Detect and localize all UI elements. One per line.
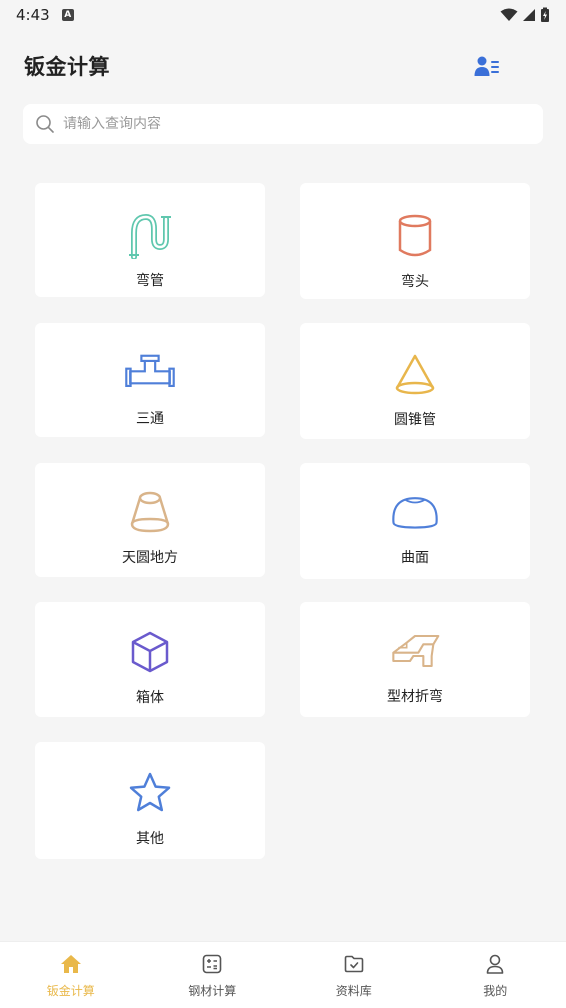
user-list-button[interactable] — [474, 53, 500, 79]
card-label: 天圆地方 — [122, 550, 178, 566]
profile-bend-icon — [390, 626, 440, 676]
folder-check-icon — [343, 953, 365, 975]
tab-steel[interactable]: 钢材计算 — [142, 942, 284, 1008]
card-label: 三通 — [136, 411, 164, 427]
frustum-icon — [125, 487, 175, 537]
dome-icon — [390, 487, 440, 537]
tab-sheet-metal[interactable]: 钣金计算 — [0, 942, 142, 1008]
card-label: 箱体 — [136, 690, 164, 706]
card-curved-surface[interactable]: 曲面 — [300, 463, 530, 579]
card-label: 圆锥管 — [394, 412, 436, 428]
card-label: 曲面 — [401, 550, 429, 566]
card-label: 型材折弯 — [387, 689, 443, 705]
page-title: 钣金计算 — [24, 55, 110, 79]
tab-label: 钣金计算 — [46, 984, 95, 998]
tab-profile[interactable]: 我的 — [425, 942, 566, 1008]
search-icon — [36, 115, 54, 133]
card-square-to-round[interactable]: 天圆地方 — [35, 463, 265, 577]
card-elbow[interactable]: 弯头 — [300, 183, 530, 299]
calculator-icon — [201, 953, 223, 975]
tab-label: 资料库 — [335, 984, 372, 998]
bottom-tab-bar: 钣金计算 钢材计算 资料库 我的 — [0, 941, 566, 1008]
card-cone[interactable]: 圆锥管 — [300, 323, 530, 439]
tab-label: 我的 — [483, 984, 508, 998]
box-icon — [125, 627, 175, 677]
user-list-icon — [474, 56, 499, 76]
cylinder-icon — [390, 211, 440, 261]
app-header: 钣金计算 — [0, 44, 566, 88]
pipe-bend-icon — [125, 210, 175, 260]
card-label: 弯头 — [401, 274, 429, 290]
card-label: 其他 — [136, 831, 164, 847]
tab-library[interactable]: 资料库 — [283, 942, 425, 1008]
status-time: 4:43 — [16, 6, 50, 24]
battery-charging-icon — [541, 7, 549, 22]
user-icon — [484, 953, 506, 975]
card-label: 弯管 — [136, 273, 164, 289]
tab-label: 钢材计算 — [188, 984, 237, 998]
cell-signal-icon — [523, 9, 535, 21]
card-box[interactable]: 箱体 — [35, 602, 265, 717]
notification-badge-icon: A — [61, 9, 74, 21]
card-profile-bend[interactable]: 型材折弯 — [300, 602, 530, 717]
search-input[interactable] — [63, 116, 503, 132]
card-other[interactable]: 其他 — [35, 742, 265, 859]
search-bar[interactable] — [23, 104, 543, 144]
star-icon — [125, 768, 175, 818]
card-pipe-bend[interactable]: 弯管 — [35, 183, 265, 297]
status-bar: 4:43 A — [0, 0, 566, 30]
card-tee[interactable]: 三通 — [35, 323, 265, 437]
wifi-icon — [500, 8, 518, 21]
cone-icon — [390, 349, 440, 399]
tee-pipe-icon — [125, 348, 175, 398]
home-icon — [60, 953, 82, 975]
